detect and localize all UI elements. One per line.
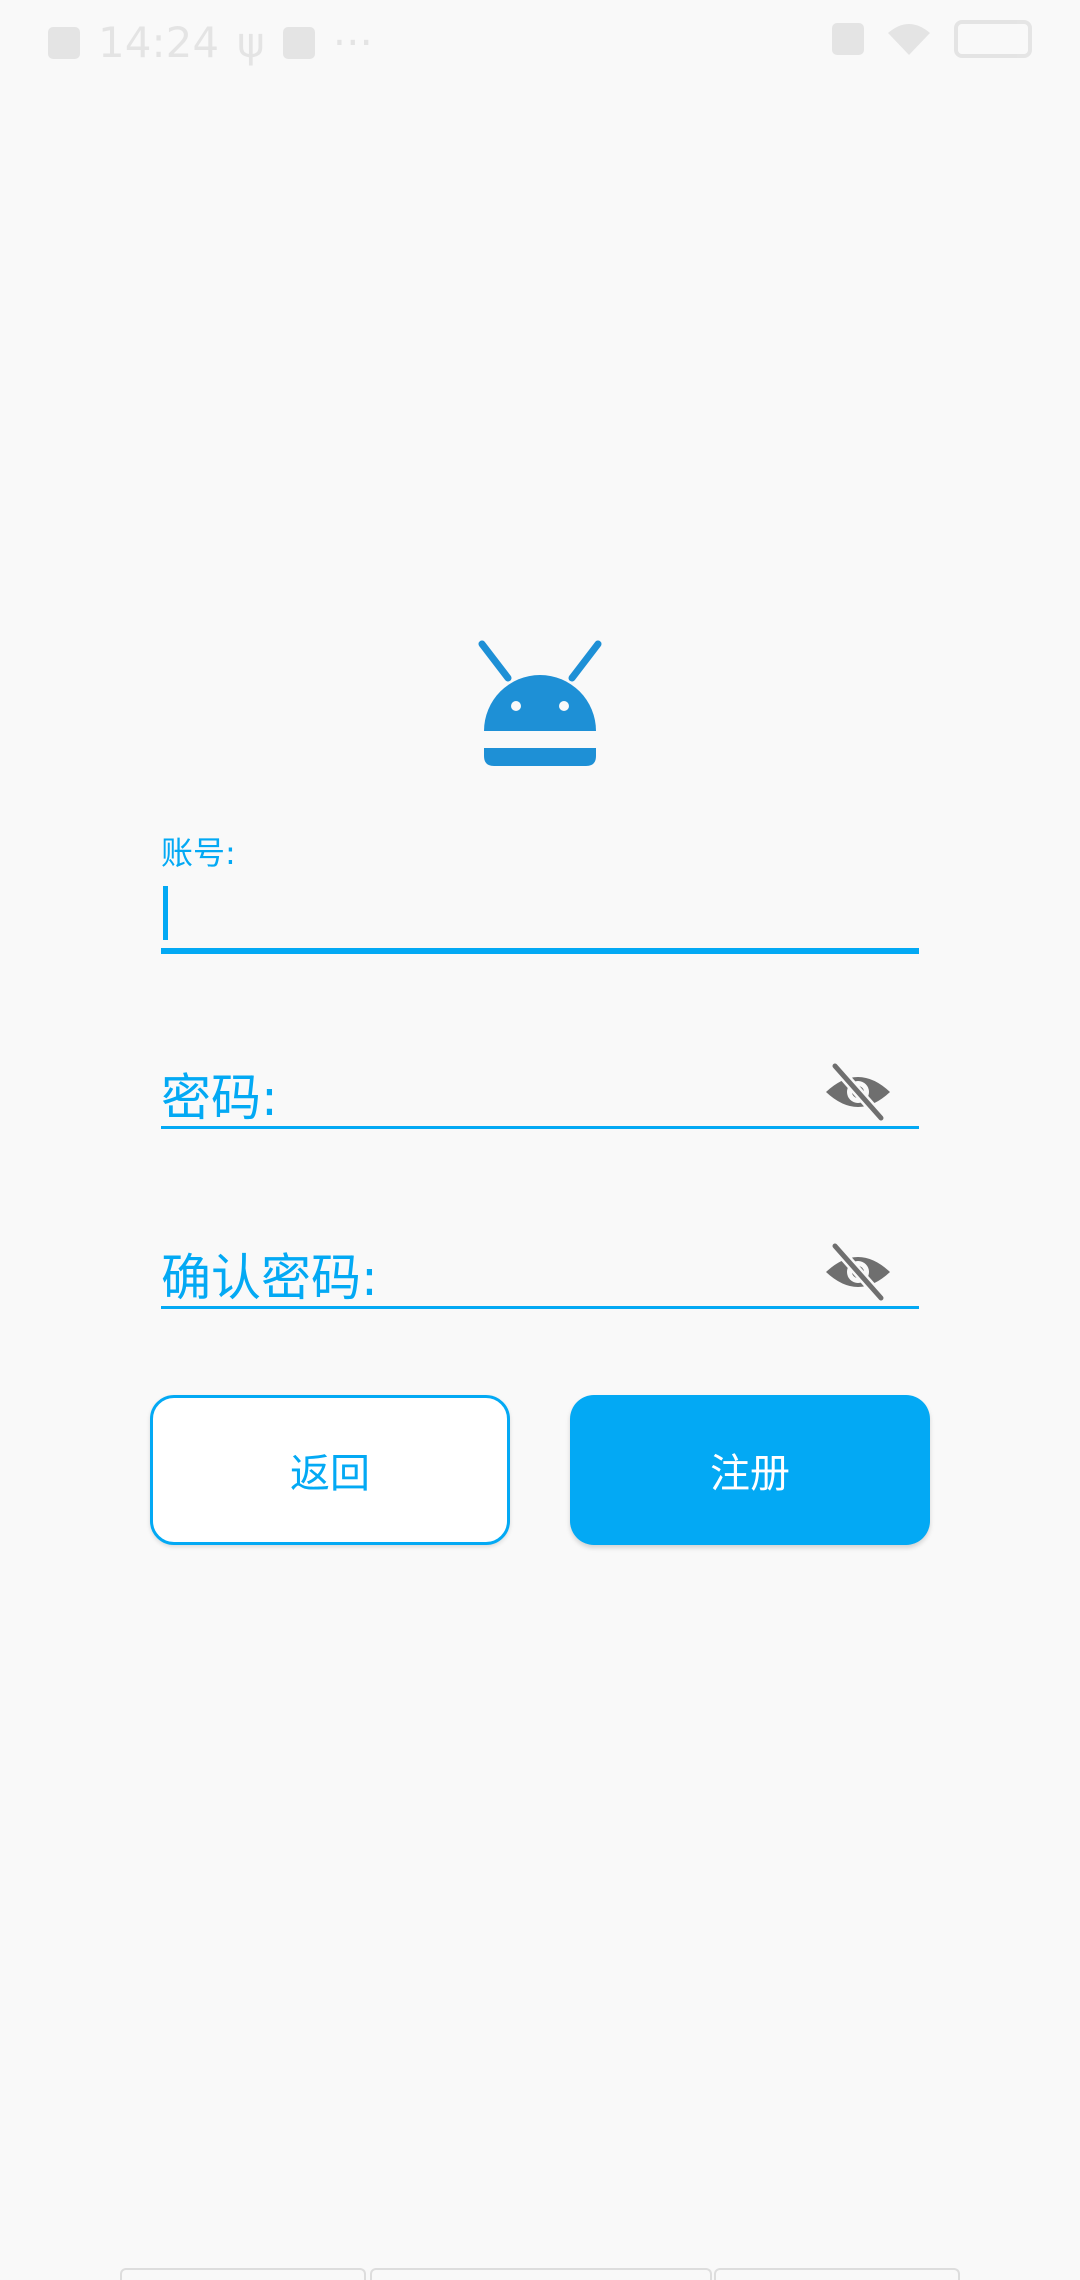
more-notifications-icon: ··· xyxy=(332,18,373,67)
confirm-password-underline xyxy=(161,1306,919,1309)
nav-hint-right xyxy=(714,2268,960,2280)
text-cursor xyxy=(163,886,168,940)
password-label: 密码: xyxy=(161,1069,278,1127)
android-robot-icon xyxy=(478,640,602,766)
register-button-label: 注册 xyxy=(710,1451,790,1497)
eye-off-icon[interactable] xyxy=(823,1242,893,1302)
account-label: 账号: xyxy=(161,834,236,872)
account-underline xyxy=(161,948,919,954)
notification-icon xyxy=(48,26,80,59)
usb-icon: ψ xyxy=(237,18,265,67)
register-button[interactable]: 注册 xyxy=(570,1395,930,1545)
status-bar: 14:24 ψ ··· xyxy=(0,0,1080,82)
nav-hint-left xyxy=(120,2268,366,2280)
nav-hint-center xyxy=(370,2268,712,2280)
eye-off-icon[interactable] xyxy=(823,1062,893,1122)
battery-icon xyxy=(954,20,1032,58)
password-field[interactable]: 密码: xyxy=(161,1050,919,1130)
alarm-icon xyxy=(832,23,864,55)
password-underline xyxy=(161,1126,919,1129)
app-notification-icon xyxy=(282,26,315,59)
back-button-label: 返回 xyxy=(290,1451,370,1497)
wifi-icon xyxy=(888,24,930,55)
confirm-password-field[interactable]: 确认密码: xyxy=(161,1230,919,1310)
status-time: 14:24 xyxy=(98,18,220,67)
confirm-password-label: 确认密码: xyxy=(161,1249,378,1307)
account-field[interactable]: 账号: xyxy=(161,820,919,960)
back-button[interactable]: 返回 xyxy=(150,1395,510,1545)
